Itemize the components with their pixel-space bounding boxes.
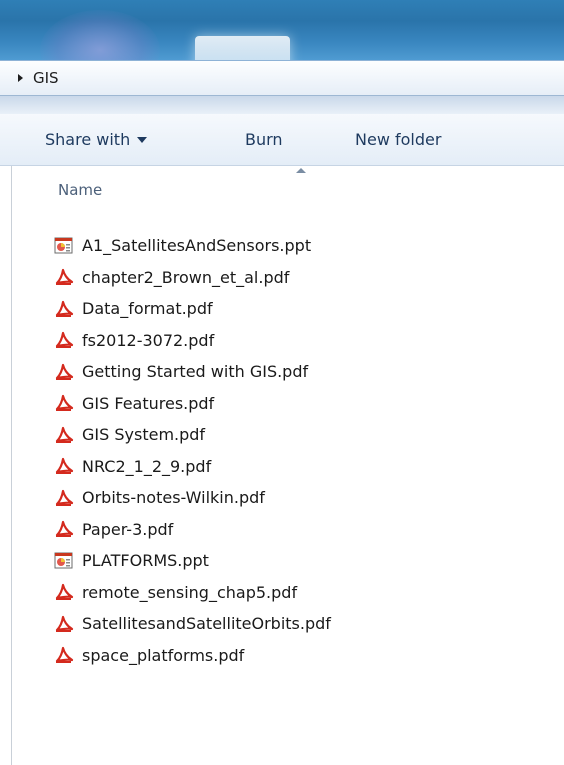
file-list-item[interactable]: A1_SatellitesAndSensors.ppt xyxy=(54,230,554,262)
file-name: space_platforms.pdf xyxy=(82,645,245,665)
breadcrumb-arrow-icon[interactable] xyxy=(18,74,23,82)
pdf-icon xyxy=(54,393,74,413)
pdf-icon xyxy=(54,362,74,382)
pdf-icon xyxy=(54,425,74,445)
share-with-label: Share with xyxy=(45,130,131,149)
file-list-item[interactable]: GIS System.pdf xyxy=(54,419,554,451)
file-list-item[interactable]: SatellitesandSatelliteOrbits.pdf xyxy=(54,608,554,640)
pdf-icon xyxy=(54,488,74,508)
file-list-item[interactable]: Paper-3.pdf xyxy=(54,514,554,546)
command-toolbar: Share with Burn New folder xyxy=(0,114,564,166)
window-title-glass xyxy=(0,0,564,60)
pdf-icon xyxy=(54,456,74,476)
file-list-item[interactable]: Orbits-notes-Wilkin.pdf xyxy=(54,482,554,514)
file-name: NRC2_1_2_9.pdf xyxy=(82,456,212,476)
file-name: Getting Started with GIS.pdf xyxy=(82,362,309,382)
file-list-item[interactable]: Getting Started with GIS.pdf xyxy=(54,356,554,388)
file-list: A1_SatellitesAndSensors.ppt chapter2_Bro… xyxy=(54,230,554,671)
burn-button[interactable]: Burn xyxy=(245,130,283,149)
glass-highlight xyxy=(40,10,160,60)
new-folder-button[interactable]: New folder xyxy=(355,130,441,149)
file-list-item[interactable]: NRC2_1_2_9.pdf xyxy=(54,451,554,483)
file-list-item[interactable]: Data_format.pdf xyxy=(54,293,554,325)
file-name: A1_SatellitesAndSensors.ppt xyxy=(82,236,312,256)
pdf-icon xyxy=(54,330,74,350)
sort-ascending-icon xyxy=(296,168,306,173)
share-with-button[interactable]: Share with xyxy=(45,130,148,149)
navigation-pane-edge xyxy=(0,166,12,765)
file-name: remote_sensing_chap5.pdf xyxy=(82,582,298,602)
file-list-item[interactable]: chapter2_Brown_et_al.pdf xyxy=(54,262,554,294)
file-list-item[interactable]: PLATFORMS.ppt xyxy=(54,545,554,577)
address-bar[interactable]: GIS xyxy=(0,60,564,96)
breadcrumb-item[interactable]: GIS xyxy=(33,69,59,87)
pdf-icon xyxy=(54,645,74,665)
ppt-icon xyxy=(54,551,74,571)
file-name: GIS System.pdf xyxy=(82,425,206,445)
chevron-down-icon xyxy=(137,136,148,143)
pdf-icon xyxy=(54,614,74,634)
file-name: SatellitesandSatelliteOrbits.pdf xyxy=(82,614,331,634)
pdf-icon xyxy=(54,267,74,287)
file-name: Paper-3.pdf xyxy=(82,519,174,539)
address-bar-border xyxy=(0,96,564,114)
file-list-item[interactable]: fs2012-3072.pdf xyxy=(54,325,554,357)
pdf-icon xyxy=(54,519,74,539)
file-name: PLATFORMS.ppt xyxy=(82,551,209,571)
file-name: fs2012-3072.pdf xyxy=(82,330,215,350)
pdf-icon xyxy=(54,299,74,319)
glass-highlight xyxy=(195,36,290,60)
file-name: GIS Features.pdf xyxy=(82,393,215,413)
file-name: chapter2_Brown_et_al.pdf xyxy=(82,267,290,287)
file-name: Orbits-notes-Wilkin.pdf xyxy=(82,488,265,508)
pdf-icon xyxy=(54,582,74,602)
ppt-icon xyxy=(54,236,74,256)
column-header-name[interactable]: Name xyxy=(58,181,102,199)
file-list-item[interactable]: GIS Features.pdf xyxy=(54,388,554,420)
file-list-item[interactable]: remote_sensing_chap5.pdf xyxy=(54,577,554,609)
file-list-item[interactable]: space_platforms.pdf xyxy=(54,640,554,672)
file-name: Data_format.pdf xyxy=(82,299,213,319)
